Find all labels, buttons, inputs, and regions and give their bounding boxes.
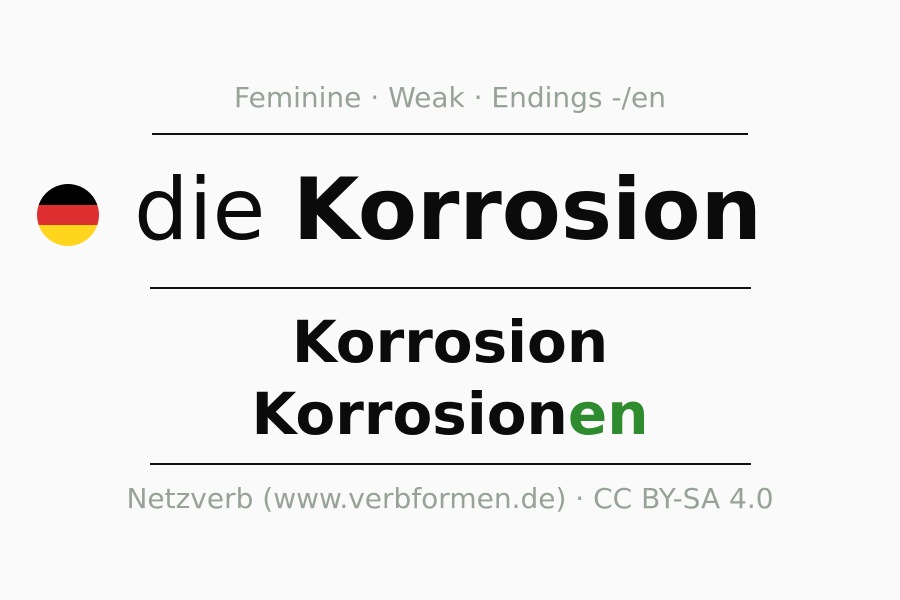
divider-bottom <box>150 463 751 465</box>
noun: Korrosion <box>292 160 762 260</box>
flag-stripe-black <box>37 184 99 205</box>
singular-form: Korrosion <box>291 308 609 376</box>
flag-stripe-red <box>37 204 99 226</box>
flag-stripe-gold <box>37 225 99 246</box>
source-footer: Netzverb (www.verbformen.de) · CC BY-SA … <box>126 482 774 515</box>
article: die <box>134 160 266 260</box>
grammar-subtitle: Feminine · Weak · Endings -/en <box>234 81 666 114</box>
plural-stem: Korrosion <box>251 380 568 448</box>
plural-ending: en <box>567 380 649 448</box>
divider-middle <box>150 287 751 289</box>
divider-top <box>152 133 748 135</box>
plural-form: Korrosionen <box>0 380 900 448</box>
german-flag-icon <box>37 184 99 246</box>
word-headline: die Korrosion <box>134 160 762 260</box>
